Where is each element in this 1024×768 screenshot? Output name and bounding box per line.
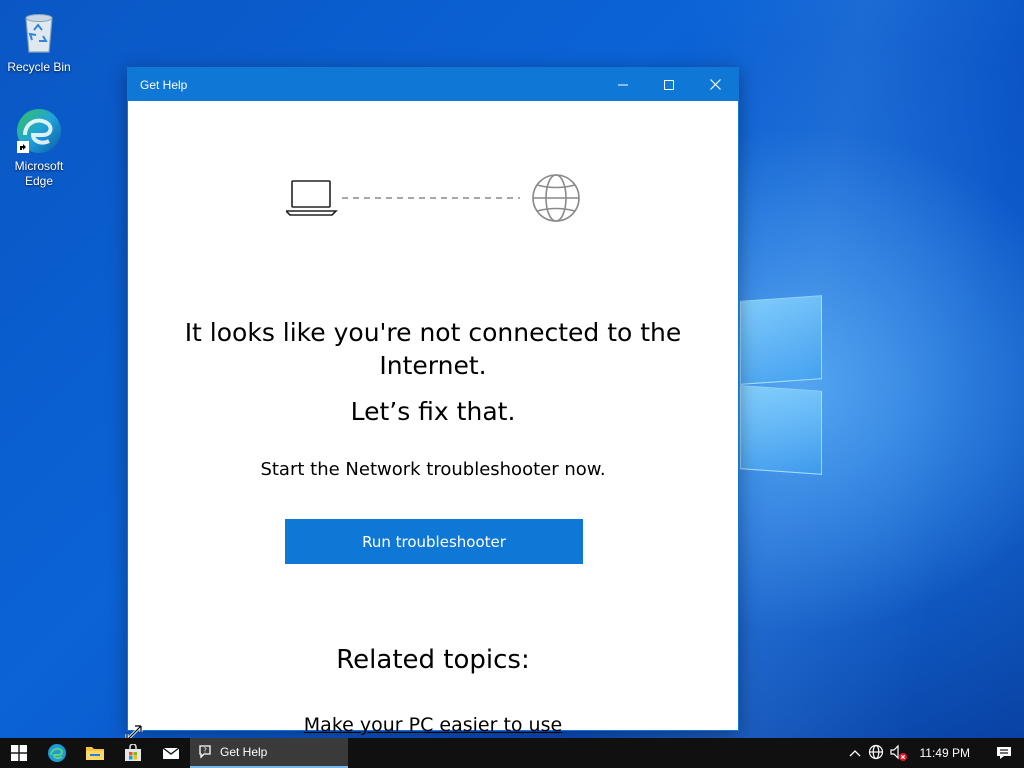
- get-help-icon: ?: [199, 745, 211, 759]
- taskbar: ? Get Help 11:49 PM: [0, 738, 1024, 768]
- windows-start-icon: [11, 745, 27, 761]
- window-content: It looks like you're not connected to th…: [128, 101, 738, 736]
- taskbar-get-help-label: Get Help: [220, 745, 268, 759]
- volume-button[interactable]: [888, 738, 910, 768]
- taskbar-store-button[interactable]: [114, 738, 152, 768]
- no-connection-illustration: [286, 174, 580, 222]
- chevron-up-icon: [849, 750, 860, 757]
- troubleshooter-description: Start the Network troubleshooter now.: [260, 459, 606, 480]
- globe-icon: [532, 174, 580, 222]
- mail-icon: [162, 747, 180, 759]
- taskbar-edge-button[interactable]: [38, 738, 76, 768]
- recycle-bin-icon: [25, 14, 53, 53]
- desktop-icon-recycle-bin[interactable]: Recycle Bin: [1, 8, 77, 75]
- volume-muted-icon: [889, 744, 907, 761]
- network-globe-disconnected-icon: [868, 744, 883, 760]
- related-topics-heading: Related topics:: [336, 645, 530, 675]
- taskbar-get-help-button[interactable]: ? Get Help: [190, 738, 348, 768]
- action-center-button[interactable]: [984, 738, 1024, 768]
- folder-icon: [86, 747, 104, 760]
- notification-icon: [997, 747, 1011, 759]
- windows-wallpaper-logo: [730, 290, 830, 480]
- edge-label-line1: Microsoft: [14, 159, 64, 173]
- maximize-icon: [664, 79, 674, 90]
- store-bag-icon: [125, 744, 141, 761]
- close-icon: [709, 79, 721, 90]
- lets-fix-subhead: Let’s fix that.: [350, 397, 516, 426]
- taskbar-file-explorer-button[interactable]: [76, 738, 114, 768]
- maximize-button[interactable]: [646, 68, 692, 101]
- taskbar-clock[interactable]: 11:49 PM: [920, 746, 970, 760]
- start-button[interactable]: [0, 738, 38, 768]
- desktop-icon-microsoft-edge[interactable]: Microsoft Edge: [1, 107, 77, 189]
- get-help-window: Get Help It looks like you're not connec…: [127, 67, 739, 736]
- window-titlebar[interactable]: Get Help: [128, 68, 738, 101]
- network-status-button[interactable]: [866, 738, 888, 768]
- related-topic-link[interactable]: Make your PC easier to use: [168, 713, 698, 737]
- edge-icon: [48, 744, 66, 762]
- no-internet-headline: It looks like you're not connected to th…: [184, 318, 682, 380]
- close-button[interactable]: [692, 68, 738, 101]
- laptop-icon: [286, 180, 338, 216]
- show-hidden-icons-button[interactable]: [844, 738, 866, 768]
- edge-label-line2: Edge: [24, 174, 54, 188]
- svg-text:?: ?: [203, 747, 207, 755]
- recycle-bin-label: Recycle Bin: [7, 60, 71, 74]
- system-tray: 11:49 PM: [844, 738, 1024, 768]
- window-title: Get Help: [140, 77, 188, 92]
- taskbar-mail-button[interactable]: [152, 738, 190, 768]
- run-troubleshooter-button[interactable]: Run troubleshooter: [285, 519, 583, 564]
- edge-icon: [17, 109, 61, 153]
- minimize-button[interactable]: [600, 68, 646, 101]
- minimize-icon: [618, 84, 628, 85]
